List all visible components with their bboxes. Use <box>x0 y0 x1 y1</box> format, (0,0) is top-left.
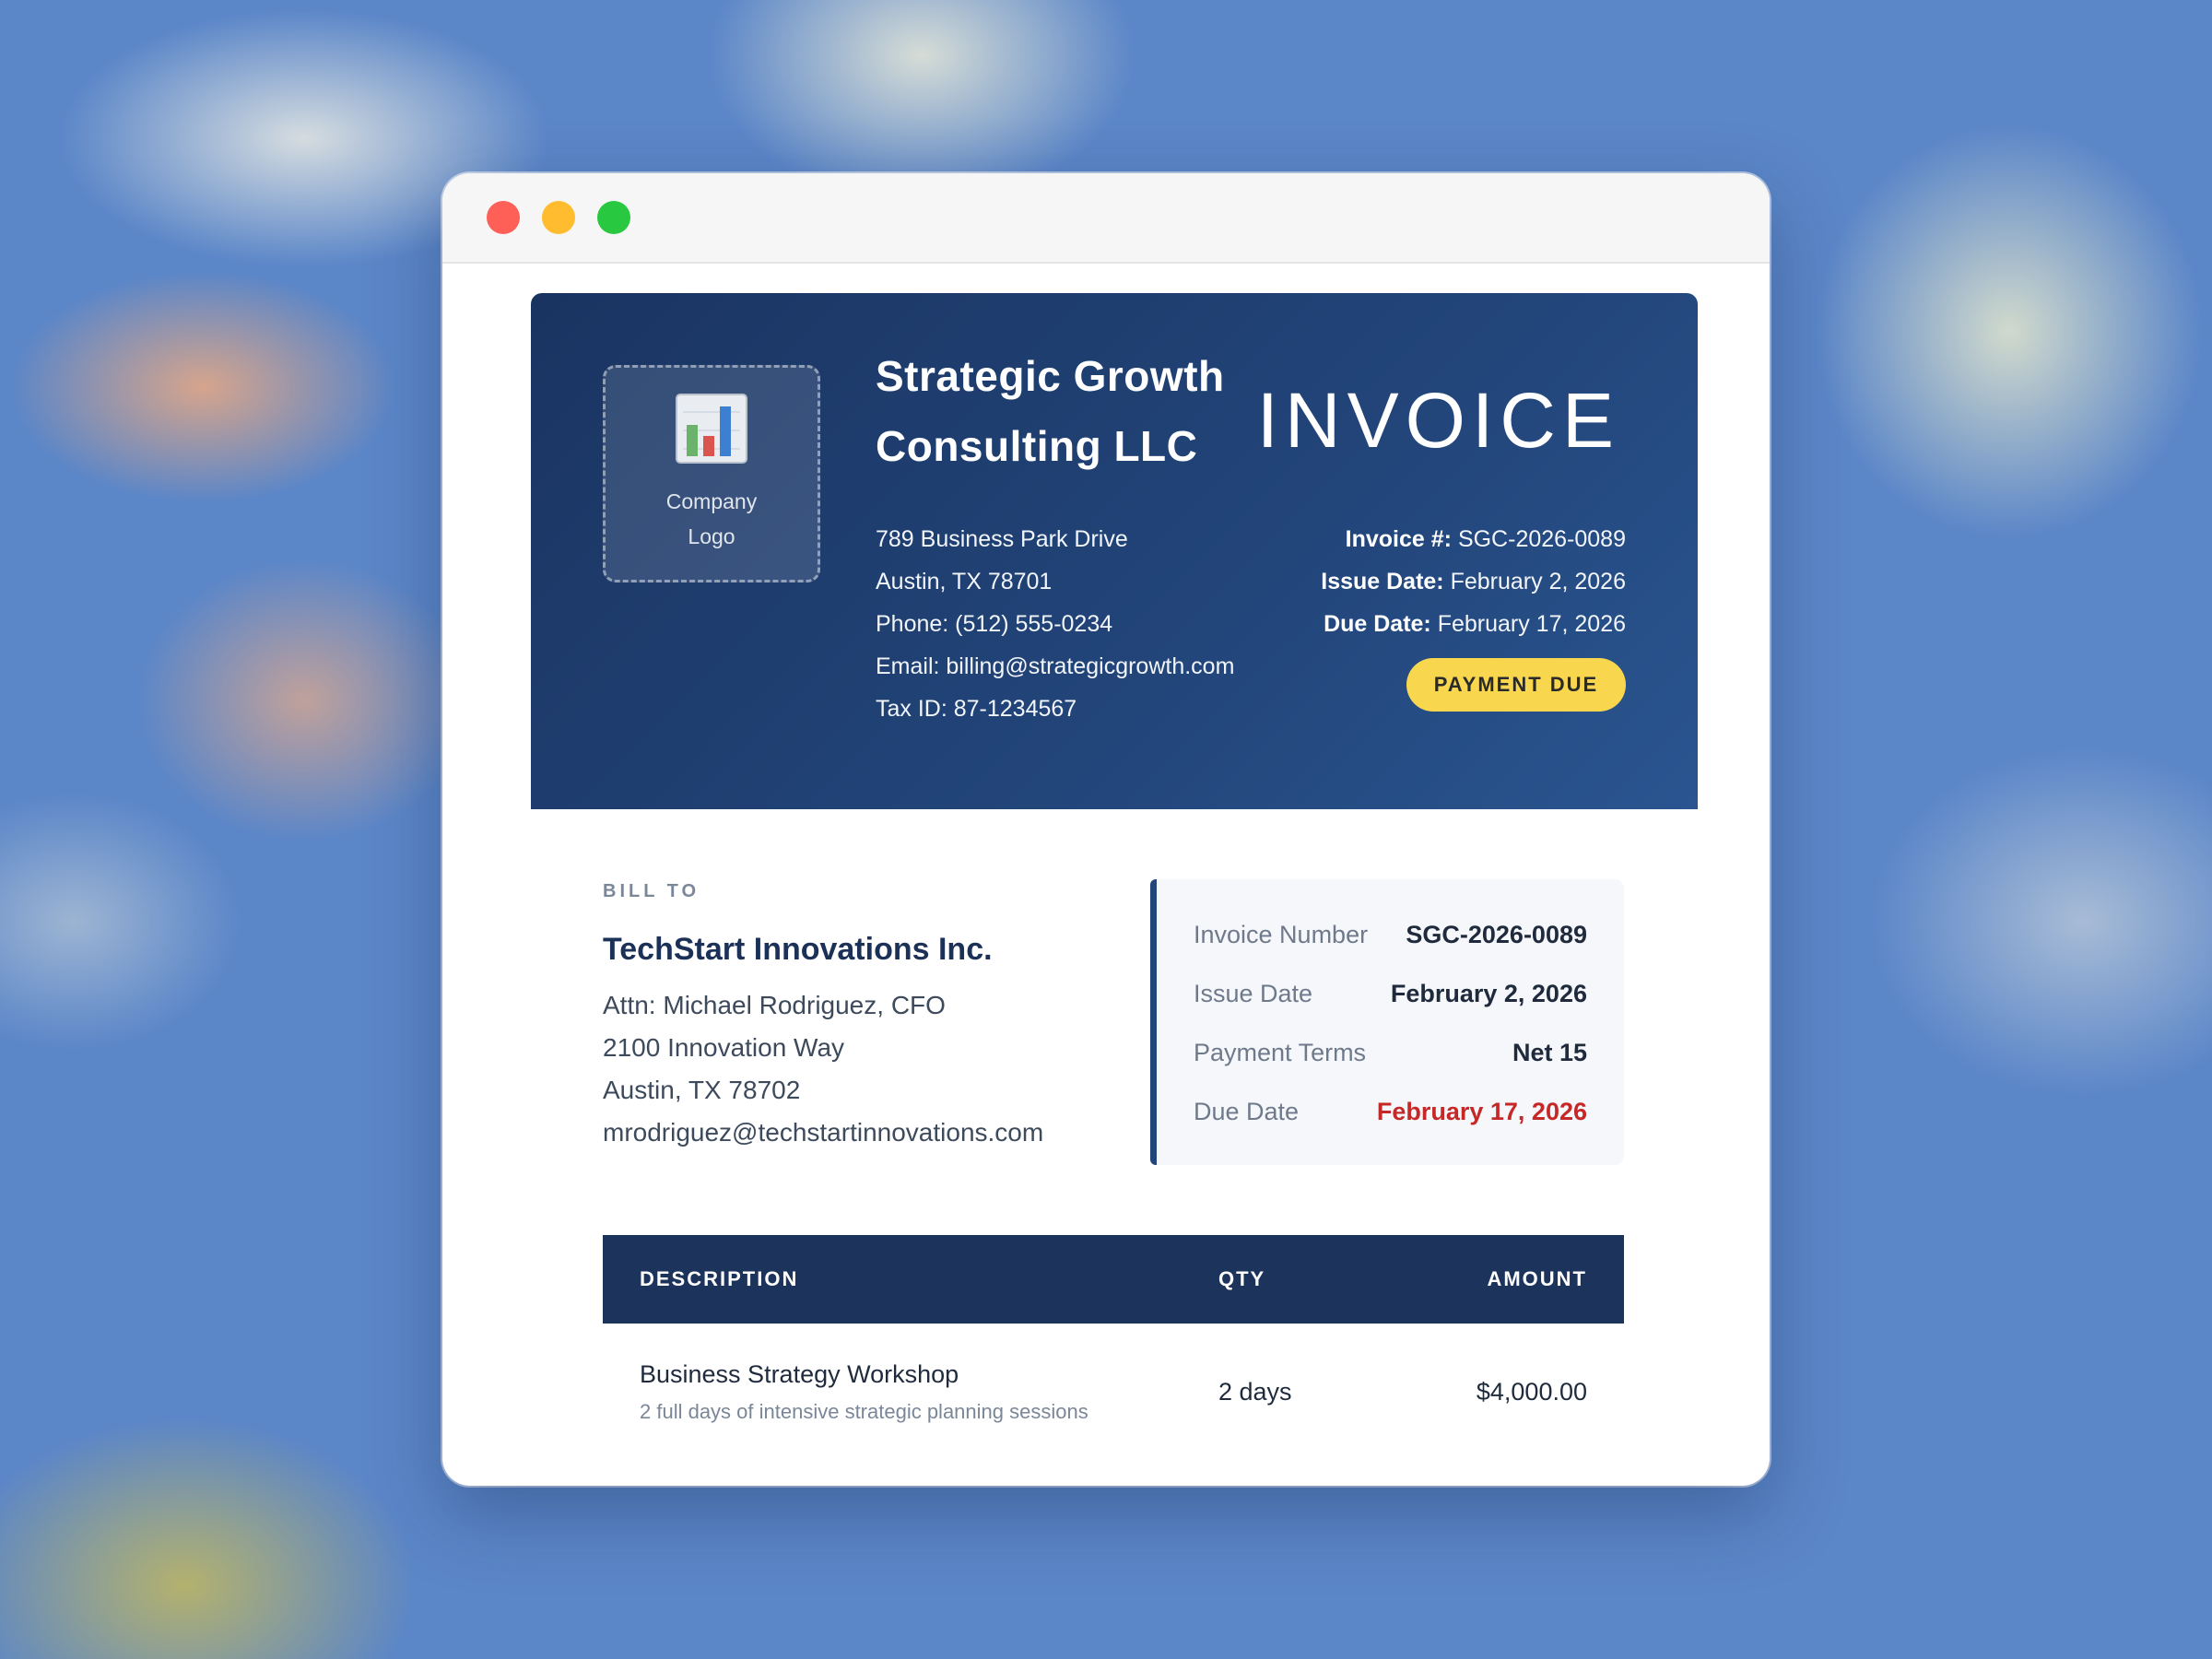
client-address-line1: 2100 Innovation Way <box>603 1033 845 1062</box>
invoice-meta: Invoice #: SGC-2026-0089 Issue Date: Feb… <box>1321 518 1626 645</box>
invoice-number-value: SGC-2026-0089 <box>1457 526 1626 552</box>
summary-value: SGC-2026-0089 <box>1406 920 1587 948</box>
company-tax-id: Tax ID: 87-1234567 <box>876 696 1077 722</box>
invoice-title: INVOICE <box>1256 377 1620 464</box>
header-qty: QTY <box>1218 1267 1266 1290</box>
summary-label: Issue Date <box>1194 979 1313 1007</box>
due-date-value: February 17, 2026 <box>1437 611 1626 637</box>
item-description-cell: Business Strategy Workshop 2 full days o… <box>640 1360 1218 1424</box>
invoice-number-line: Invoice #: SGC-2026-0089 <box>1321 518 1626 560</box>
company-logo-placeholder: Company Logo <box>603 365 820 582</box>
bill-to-section: BILL TO TechStart Innovations Inc. Attn:… <box>603 881 1119 1154</box>
item-subtitle: 2 full days of intensive strategic plann… <box>640 1400 1088 1423</box>
summary-label: Due Date <box>1194 1097 1300 1125</box>
invoice-number-label: Invoice #: <box>1345 526 1452 552</box>
invoice-document: Company Logo Strategic Growth Consulting… <box>531 293 1698 1423</box>
company-address-line2: Austin, TX 78701 <box>876 569 1053 594</box>
maximize-window-button[interactable] <box>597 201 630 234</box>
close-window-button[interactable] <box>487 201 520 234</box>
company-name: Strategic Growth Consulting LLC <box>876 352 1225 470</box>
header-amount: AMOUNT <box>1487 1267 1587 1290</box>
due-date-line: Due Date: February 17, 2026 <box>1321 603 1626 645</box>
payment-status-badge: PAYMENT DUE <box>1406 658 1626 712</box>
header-description: DESCRIPTION <box>640 1267 799 1290</box>
summary-label: Payment Terms <box>1194 1038 1367 1066</box>
client-details: Attn: Michael Rodriguez, CFO 2100 Innova… <box>603 984 1119 1154</box>
issue-date-line: Issue Date: February 2, 2026 <box>1321 560 1626 603</box>
table-row: Business Strategy Workshop 2 full days o… <box>603 1324 1624 1424</box>
invoice-window: Company Logo Strategic Growth Consulting… <box>442 173 1770 1486</box>
summary-row: Due Date February 17, 2026 <box>1194 1082 1587 1141</box>
invoice-header: Company Logo Strategic Growth Consulting… <box>531 293 1698 809</box>
summary-row: Issue Date February 2, 2026 <box>1194 964 1587 1023</box>
company-address-line1: 789 Business Park Drive <box>876 526 1128 552</box>
client-attn: Attn: Michael Rodriguez, CFO <box>603 991 946 1019</box>
due-date-label: Due Date: <box>1324 611 1431 637</box>
client-address-line2: Austin, TX 78702 <box>603 1076 801 1104</box>
window-titlebar <box>442 173 1770 264</box>
bar-chart-icon <box>676 394 747 464</box>
company-logo-label: Company Logo <box>665 489 758 548</box>
summary-row: Payment Terms Net 15 <box>1194 1023 1587 1082</box>
company-email: Email: billing@strategicgrowth.com <box>876 653 1235 679</box>
client-email: mrodriguez@techstartinnovations.com <box>603 1118 1044 1147</box>
issue-date-value: February 2, 2026 <box>1450 569 1626 594</box>
summary-due-date-value: February 17, 2026 <box>1376 1097 1587 1125</box>
minimize-window-button[interactable] <box>542 201 575 234</box>
bill-to-label: BILL TO <box>603 881 700 901</box>
issue-date-label: Issue Date: <box>1321 569 1444 594</box>
summary-row: Invoice Number SGC-2026-0089 <box>1194 905 1587 964</box>
item-amount: $4,000.00 <box>1476 1378 1587 1406</box>
summary-label: Invoice Number <box>1194 920 1369 948</box>
company-contact-info: 789 Business Park Drive Austin, TX 78701… <box>876 518 1234 730</box>
line-items-table: DESCRIPTION QTY AMOUNT Business Strategy… <box>603 1235 1624 1424</box>
item-title: Business Strategy Workshop <box>640 1360 959 1388</box>
client-name: TechStart Innovations Inc. <box>603 932 993 967</box>
item-qty: 2 days <box>1218 1378 1292 1406</box>
line-items-header: DESCRIPTION QTY AMOUNT <box>603 1235 1624 1324</box>
summary-value: Net 15 <box>1512 1038 1587 1066</box>
invoice-summary-card: Invoice Number SGC-2026-0089 Issue Date … <box>1150 879 1624 1165</box>
summary-value: February 2, 2026 <box>1390 979 1587 1007</box>
company-phone: Phone: (512) 555-0234 <box>876 611 1113 637</box>
